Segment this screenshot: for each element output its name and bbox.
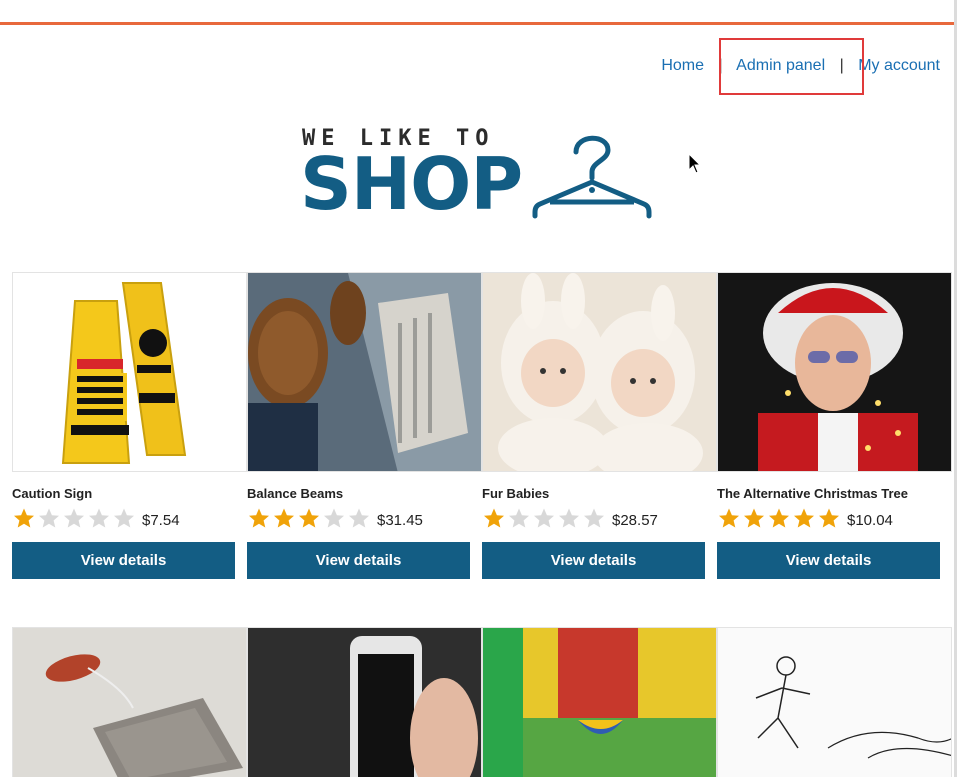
star-empty-icon bbox=[39, 508, 59, 528]
star-empty-icon bbox=[89, 508, 109, 528]
star-filled-icon bbox=[274, 508, 294, 528]
product-card bbox=[717, 627, 952, 777]
product-title[interactable]: The Alternative Christmas Tree bbox=[717, 486, 952, 501]
star-filled-icon bbox=[819, 508, 839, 528]
rating-stars bbox=[12, 507, 136, 529]
product-card bbox=[247, 627, 482, 777]
star-filled-icon bbox=[769, 508, 789, 528]
view-details-button[interactable]: View details bbox=[247, 542, 470, 579]
view-details-button[interactable]: View details bbox=[482, 542, 705, 579]
logo-wordmark: SHOP bbox=[300, 142, 523, 226]
product-title[interactable]: Fur Babies bbox=[482, 486, 717, 501]
product-image[interactable] bbox=[717, 627, 952, 777]
star-empty-icon bbox=[509, 508, 529, 528]
star-empty-icon bbox=[324, 508, 344, 528]
star-filled-icon bbox=[719, 508, 739, 528]
rating-stars bbox=[482, 507, 606, 529]
view-details-button[interactable]: View details bbox=[717, 542, 940, 579]
admin-panel-highlight bbox=[719, 38, 864, 95]
product-image[interactable] bbox=[482, 627, 717, 777]
star-filled-icon bbox=[794, 508, 814, 528]
nav-my-account-link[interactable]: My account bbox=[858, 57, 940, 74]
star-empty-icon bbox=[559, 508, 579, 528]
star-filled-icon bbox=[299, 508, 319, 528]
star-filled-icon bbox=[484, 508, 504, 528]
top-bar bbox=[0, 0, 957, 25]
star-filled-icon bbox=[14, 508, 34, 528]
rating-stars bbox=[717, 507, 841, 529]
star-empty-icon bbox=[64, 508, 84, 528]
star-filled-icon bbox=[744, 508, 764, 528]
product-image[interactable] bbox=[247, 627, 482, 777]
hanger-icon bbox=[532, 135, 652, 219]
product-image-fur-babies[interactable] bbox=[482, 272, 717, 472]
mouse-cursor-icon bbox=[688, 153, 702, 174]
nav-home-link[interactable]: Home bbox=[661, 57, 704, 74]
product-card: Fur Babies $28.57 View details bbox=[482, 272, 717, 579]
star-empty-icon bbox=[114, 508, 134, 528]
product-price: $31.45 bbox=[377, 511, 423, 529]
product-card bbox=[482, 627, 717, 777]
product-image-balance-beams[interactable] bbox=[247, 272, 482, 472]
product-title[interactable]: Balance Beams bbox=[247, 486, 482, 501]
product-image-alternative-christmas-tree[interactable] bbox=[717, 272, 952, 472]
product-image[interactable] bbox=[12, 627, 247, 777]
product-title[interactable]: Caution Sign bbox=[12, 486, 247, 501]
product-price: $10.04 bbox=[847, 511, 893, 529]
rating-stars bbox=[247, 507, 371, 529]
product-price: $7.54 bbox=[142, 511, 180, 529]
product-card: Balance Beams $31.45 View details bbox=[247, 272, 482, 579]
view-details-button[interactable]: View details bbox=[12, 542, 235, 579]
product-card bbox=[12, 627, 247, 777]
star-empty-icon bbox=[534, 508, 554, 528]
product-image-caution-sign[interactable] bbox=[12, 272, 247, 472]
site-logo[interactable]: WE LIKE TO SHOP bbox=[300, 126, 652, 226]
product-card: Caution Sign $7.54 View details bbox=[12, 272, 247, 579]
star-filled-icon bbox=[249, 508, 269, 528]
star-empty-icon bbox=[584, 508, 604, 528]
star-empty-icon bbox=[349, 508, 369, 528]
product-price: $28.57 bbox=[612, 511, 658, 529]
product-card: The Alternative Christmas Tree $10.04 Vi… bbox=[717, 272, 952, 579]
